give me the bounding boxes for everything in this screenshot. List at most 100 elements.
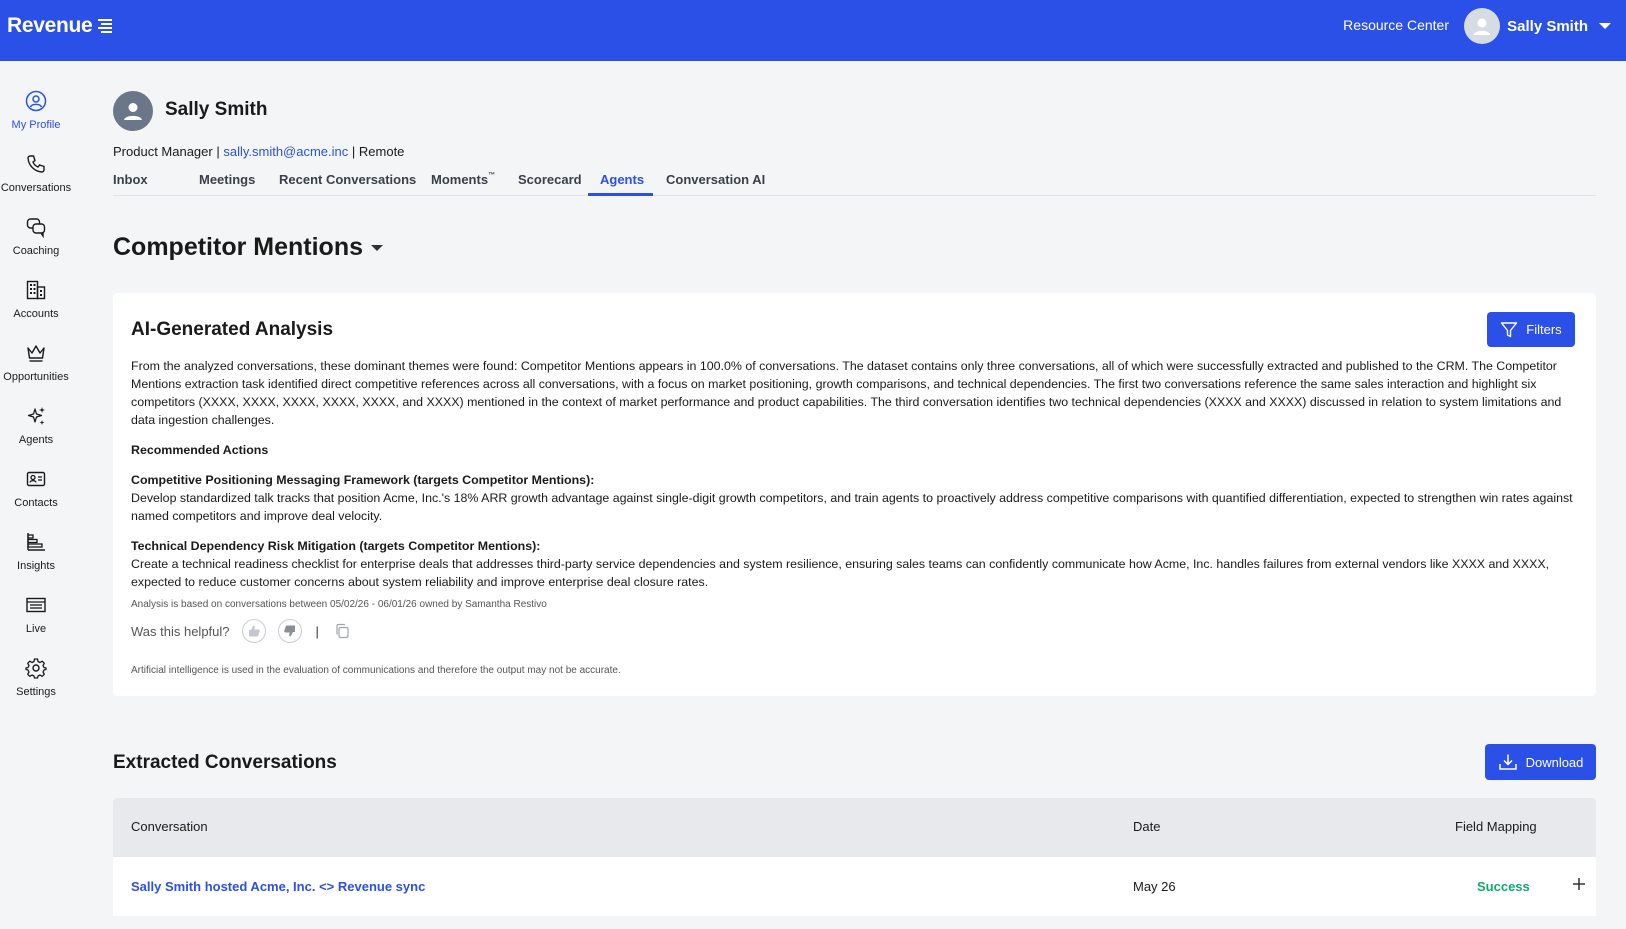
expand-row-button[interactable] [1572, 874, 1586, 897]
profile-avatar [113, 91, 153, 131]
recommended-actions-heading: Recommended Actions [131, 443, 269, 457]
action-item: Competitive Positioning Messaging Framew… [131, 471, 1579, 525]
action-item: Technical Dependency Risk Mitigation (ta… [131, 537, 1579, 591]
user-name: Sally Smith [1507, 17, 1588, 35]
download-button[interactable]: Download [1485, 744, 1596, 780]
action-body: Create a technical readiness checklist f… [131, 557, 1550, 589]
profile-role: Product Manager [113, 144, 213, 159]
user-menu[interactable]: Sally Smith [1464, 8, 1612, 44]
analysis-card: AI-Generated Analysis Filters From the a… [113, 293, 1596, 696]
analysis-basis-note: Analysis is based on conversations betwe… [131, 599, 547, 610]
tab-label: Moments [431, 172, 489, 187]
table-row: Sally Smith hosted Acme, Inc. <> Revenue… [113, 857, 1596, 916]
extracted-conversations-title: Extracted Conversations [113, 752, 337, 773]
sidebar-item-opportunities[interactable]: Opportunities [0, 341, 72, 383]
app-logo[interactable]: Revenue [7, 14, 114, 38]
tab-scorecard[interactable]: Scorecard [518, 172, 582, 187]
main-content: Sally Smith Product Manager | sally.smit… [83, 61, 1626, 929]
tab-recent-conversations[interactable]: Recent Conversations [279, 172, 416, 187]
sidebar-item-label: Coaching [12, 245, 60, 257]
profile-email-link[interactable]: sally.smith@acme.inc [223, 144, 348, 159]
sidebar: My Profile Conversations Coaching Accoun… [0, 61, 83, 929]
field-mapping-status: Success [1477, 879, 1530, 894]
caret-down-icon [371, 244, 383, 251]
sidebar-item-live[interactable]: Live [0, 593, 72, 635]
sidebar-item-label: My Profile [11, 119, 61, 131]
logo-text: Revenue [7, 14, 93, 37]
sidebar-item-accounts[interactable]: Accounts [0, 278, 72, 320]
sidebar-item-agents[interactable]: Agents [0, 404, 72, 446]
sidebar-item-settings[interactable]: Settings [0, 656, 72, 698]
sidebar-item-label: Conversations [0, 182, 72, 194]
sidebar-item-contacts[interactable]: Contacts [0, 467, 72, 509]
contact-card-icon [26, 471, 46, 487]
trademark-mark: ™ [488, 172, 496, 179]
agent-selector[interactable]: Competitor Mentions [113, 233, 383, 262]
sparkles-icon [27, 407, 45, 425]
active-tab-indicator [588, 193, 653, 196]
tab-meetings[interactable]: Meetings [199, 172, 255, 187]
column-header-field-mapping: Field Mapping [1455, 819, 1537, 834]
conversation-link[interactable]: Sally Smith hosted Acme, Inc. <> Revenue… [131, 879, 425, 894]
feedback-row: Was this helpful? | [131, 619, 351, 643]
avatar [1464, 8, 1501, 44]
plus-icon [1573, 878, 1585, 890]
tab-inbox[interactable]: Inbox [113, 172, 148, 187]
action-title: Competitive Positioning Messaging Framew… [131, 473, 595, 487]
sidebar-item-label: Settings [16, 686, 56, 698]
profile-tabs: Inbox Meetings Recent Conversations Mome… [113, 164, 1596, 196]
action-body: Develop standardized talk tracks that po… [131, 491, 1573, 523]
conversation-date: May 26 [1133, 879, 1176, 894]
ai-disclaimer: Artificial intelligence is used in the e… [131, 665, 621, 676]
sidebar-item-label: Live [25, 623, 47, 635]
crown-icon [27, 345, 45, 362]
separator: | [315, 623, 319, 639]
user-icon [1473, 18, 1491, 35]
thumbs-down-icon [283, 625, 295, 637]
chevron-down-icon [1599, 23, 1611, 29]
tab-conversation-ai[interactable]: Conversation AI [666, 172, 765, 187]
tab-moments[interactable]: Moments™ [431, 172, 495, 187]
extracted-conversations-table: Conversation Date Field Mapping Sally Sm… [113, 798, 1596, 916]
column-header-date: Date [1133, 819, 1161, 834]
building-icon [26, 280, 46, 300]
sidebar-item-insights[interactable]: Insights [0, 530, 72, 572]
resource-center-link[interactable]: Resource Center [1343, 17, 1449, 33]
sidebar-item-coaching[interactable]: Coaching [0, 215, 72, 257]
logo-mark-icon [98, 19, 113, 33]
filters-button[interactable]: Filters [1487, 312, 1575, 347]
user-icon [124, 103, 142, 120]
column-header-conversation: Conversation [131, 819, 208, 834]
sidebar-item-label: Accounts [13, 308, 59, 320]
thumbs-up-button[interactable] [241, 619, 266, 643]
phone-icon [27, 155, 45, 173]
live-list-icon [26, 597, 46, 613]
download-label: Download [1525, 754, 1584, 770]
copy-icon [336, 623, 349, 639]
thumbs-up-icon [248, 625, 260, 637]
download-icon [1498, 754, 1517, 770]
agent-title: Competitor Mentions [113, 233, 363, 261]
profile-location: Remote [358, 144, 405, 159]
helpful-prompt: Was this helpful? [131, 623, 230, 639]
user-circle-icon [25, 90, 47, 112]
top-bar: Revenue Resource Center Sally Smith [0, 0, 1626, 61]
copy-button[interactable] [333, 622, 351, 640]
sidebar-item-my-profile[interactable]: My Profile [0, 89, 72, 131]
filter-icon [1501, 321, 1518, 337]
analysis-body: From the analyzed conversations, these d… [131, 357, 1579, 603]
thumbs-down-button[interactable] [277, 619, 302, 643]
profile-meta: Product Manager | sally.smith@acme.inc |… [113, 144, 405, 159]
sidebar-item-label: Opportunities [3, 371, 69, 383]
sidebar-item-conversations[interactable]: Conversations [0, 152, 72, 194]
tab-agents[interactable]: Agents [600, 172, 644, 187]
analysis-summary: From the analyzed conversations, these d… [131, 359, 1562, 427]
chat-bubbles-icon [26, 218, 46, 238]
sidebar-item-label: Agents [18, 434, 54, 446]
sidebar-item-label: Contacts [14, 497, 58, 509]
table-header: Conversation Date Field Mapping [113, 798, 1596, 857]
analysis-title: AI-Generated Analysis [131, 319, 334, 340]
action-title: Technical Dependency Risk Mitigation (ta… [131, 539, 541, 553]
gear-icon [25, 658, 47, 679]
sidebar-item-label: Insights [17, 560, 55, 572]
